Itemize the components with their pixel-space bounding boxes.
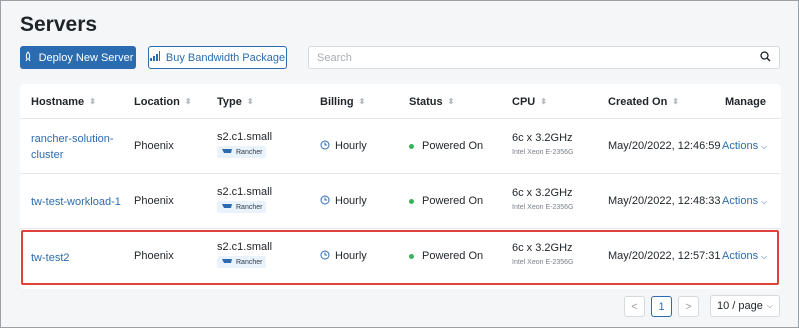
page-title: Servers [20,13,98,36]
actions-dropdown[interactable]: Actions ⌵ [722,195,767,207]
cpu: 6c x 3.2GHz Intel Xeon E-2356G [512,132,574,156]
bandwidth-label: Buy Bandwidth Package [165,51,286,64]
billing: Hourly [320,250,367,262]
chevron-down-icon: ⌵ [766,301,773,310]
status-dot [409,253,414,259]
billing: Hourly [320,140,367,152]
table-header: Hostname ⬍ Location ⬍ Type ⬍ Billing ⬍ Statu… [20,84,781,119]
page-size-select[interactable]: 10 / page ⌵ [710,295,780,317]
hostname-link[interactable]: rancher-solution-cluster [31,131,121,163]
sort-icon: ⬍ [246,97,254,106]
billing: Hourly [320,195,367,207]
sort-icon: ⬍ [447,97,455,106]
sort-icon: ⬍ [89,97,96,106]
actions-dropdown[interactable]: Actions ⌵ [722,140,767,152]
status: Powered On [409,250,483,262]
sort-icon: ⬍ [540,97,547,106]
hostname-link[interactable]: tw-test-workload-1 [31,194,121,210]
page-1-button[interactable]: 1 [651,296,672,317]
status: Powered On [409,195,483,207]
column-location[interactable]: Location ⬍ [134,96,192,108]
sort-icon: ⬍ [358,97,366,106]
created-on: May/20/2022, 12:46:59 [608,140,721,152]
rancher-badge: Rancher [217,256,267,268]
search-box [308,46,780,69]
column-created-on[interactable]: Created On ⬍ [608,96,679,108]
search-icon[interactable] [760,49,771,67]
actions-dropdown[interactable]: Actions ⌵ [722,250,767,262]
chevron-down-icon: ⌵ [761,197,768,206]
location: Phoenix [134,195,174,207]
status: Powered On [409,140,483,152]
prev-page-button[interactable]: < [624,296,645,317]
rocket-icon [23,50,33,65]
column-manage: Manage [725,96,766,108]
table-row: tw-test2 Phoenix s2.c1.small Rancher Hou… [20,229,781,284]
sort-icon: ⬍ [672,97,679,106]
clock-icon [320,250,335,262]
column-billing[interactable]: Billing ⬍ [320,96,365,108]
deploy-label: Deploy New Server [38,51,134,64]
location: Phoenix [134,140,174,152]
server-type: s2.c1.small Rancher [217,131,272,158]
clock-icon [320,140,335,152]
servers-table: Hostname ⬍ Location ⬍ Type ⬍ Billing ⬍ Statu… [20,84,781,289]
cpu: 6c x 3.2GHz Intel Xeon E-2356G [512,187,574,211]
search-input[interactable] [317,51,760,64]
rancher-badge: Rancher [217,201,267,213]
deploy-new-server-button[interactable]: Deploy New Server [20,46,136,69]
rancher-icon [221,203,233,211]
signal-bars-icon [149,51,160,64]
server-type: s2.c1.small Rancher [217,186,272,213]
column-cpu[interactable]: CPU ⬍ [512,96,547,108]
server-type: s2.c1.small Rancher [217,241,272,268]
created-on: May/20/2022, 12:57:31 [608,250,721,262]
status-dot [409,198,414,204]
rancher-icon [221,148,233,156]
next-page-button[interactable]: > [678,296,699,317]
rancher-icon [221,258,233,266]
created-on: May/20/2022, 12:48:33 [608,195,721,207]
column-type[interactable]: Type ⬍ [217,96,254,108]
chevron-down-icon: ⌵ [761,252,768,261]
location: Phoenix [134,250,174,262]
sort-icon: ⬍ [184,97,192,106]
rancher-badge: Rancher [217,146,267,158]
chevron-down-icon: ⌵ [761,142,768,151]
table-row: rancher-solution-cluster Phoenix s2.c1.s… [20,119,781,174]
column-status[interactable]: Status ⬍ [409,96,454,108]
cpu: 6c x 3.2GHz Intel Xeon E-2356G [512,242,574,266]
status-dot [409,143,414,149]
clock-icon [320,195,335,207]
column-hostname[interactable]: Hostname ⬍ [31,96,96,108]
table-row: tw-test-workload-1 Phoenix s2.c1.small R… [20,174,781,229]
hostname-link[interactable]: tw-test2 [31,250,70,266]
buy-bandwidth-package-button[interactable]: Buy Bandwidth Package [148,46,287,69]
